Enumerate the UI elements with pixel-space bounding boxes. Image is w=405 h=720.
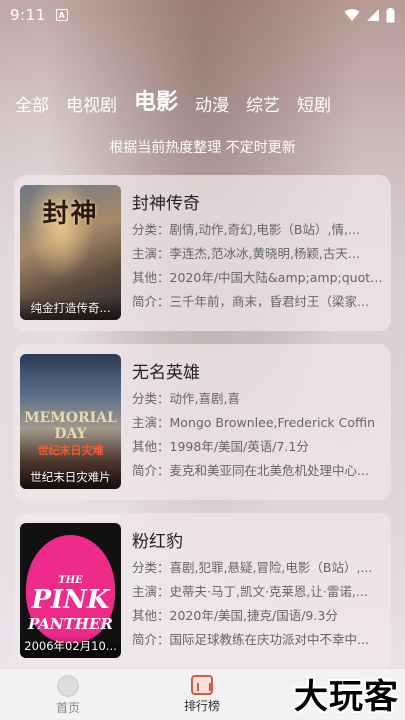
movie-poster[interactable]: THE PINK PANTHER 2006年02月10... <box>20 523 121 658</box>
poster-title-art: MEMORIAL DAY <box>24 410 117 442</box>
poster-caption: 2006年02月10... <box>20 635 121 658</box>
movie-intro: 简介：三千年前，商末，昏君纣王（梁家... <box>132 294 369 309</box>
poster-title-art: PANTHER <box>28 615 113 633</box>
movie-info: 封神传奇 分类：剧情,动作,奇幻,电影（B站）,情,... 主演：李连杰,范冰冰… <box>132 185 384 318</box>
movie-card[interactable]: MEMORIAL DAY 世纪末日灾难 世纪末日灾难片 无名英雄 分类：动作,喜… <box>14 344 391 500</box>
ranking-subtitle: 根据当前热度整理 不定时更新 <box>109 140 296 156</box>
nav-home[interactable]: 首页 <box>38 675 98 716</box>
wifi-icon <box>344 9 360 21</box>
movie-other: 其他：1998年/美国/英语/7.1分 <box>132 439 309 454</box>
movie-genre: 分类：动作,喜剧,喜 <box>132 391 240 406</box>
movie-cast: 主演：李连杰,范冰冰,黄晓明,杨颖,古天... <box>132 246 360 261</box>
tab-short-drama[interactable]: 短剧 <box>297 91 331 120</box>
movie-genre: 分类：剧情,动作,奇幻,电影（B站）,情,... <box>132 222 360 237</box>
poster-title-art: PINK <box>31 585 110 615</box>
movie-title: 封神传奇 <box>132 194 200 214</box>
movie-intro: 简介：国际足球教练在庆功派对中不幸中... <box>132 632 369 647</box>
movie-title: 粉红豹 <box>132 532 183 552</box>
poster-title-art: 封神 <box>42 199 99 229</box>
nav-rank[interactable]: 排行榜 <box>172 675 232 714</box>
tab-movies[interactable]: 电影 <box>134 84 178 120</box>
movie-poster[interactable]: 封神 纯金打造传奇... <box>20 185 121 320</box>
signal-icon <box>367 9 379 21</box>
notification-a-icon: A <box>55 9 68 21</box>
movie-cast: 主演：Mongo Brownlee,Frederick Coffin <box>132 415 376 430</box>
movie-card[interactable]: THE PINK PANTHER 2006年02月10... 粉红豹 分类：喜剧… <box>14 513 391 669</box>
tab-all[interactable]: 全部 <box>15 91 49 120</box>
movie-genre: 分类：喜剧,犯罪,悬疑,冒险,电影（B站）,... <box>132 560 373 575</box>
nav-rank-label: 排行榜 <box>183 699 220 713</box>
movie-cast: 主演：史蒂夫·马丁,凯文·克莱恩,让·雷诺,... <box>132 584 368 599</box>
movie-other: 其他：2020年/中国大陆&amp;amp;quot;... <box>132 270 384 285</box>
status-bar: 9:11 A <box>0 0 405 30</box>
movie-info: 粉红豹 分类：喜剧,犯罪,悬疑,冒险,电影（B站）,... 主演：史蒂夫·马丁,… <box>132 523 384 656</box>
tab-variety[interactable]: 综艺 <box>246 91 280 120</box>
watermark-logo: 大玩客 <box>294 677 399 717</box>
ranking-icon <box>191 675 213 695</box>
status-icons <box>344 7 395 23</box>
tab-tv-series[interactable]: 电视剧 <box>66 91 117 120</box>
movie-card[interactable]: 封神 纯金打造传奇... 封神传奇 分类：剧情,动作,奇幻,电影（B站）,情,.… <box>14 175 391 331</box>
category-tabs: 全部 电视剧 电影 动漫 综艺 短剧 <box>0 84 405 120</box>
movie-info: 无名英雄 分类：动作,喜剧,喜 主演：Mongo Brownlee,Freder… <box>132 354 384 487</box>
movie-title: 无名英雄 <box>132 363 200 383</box>
battery-icon <box>386 7 395 22</box>
home-icon <box>57 675 79 697</box>
poster-subtitle-art: 世纪末日灾难 <box>37 444 104 457</box>
tab-anime[interactable]: 动漫 <box>195 91 229 120</box>
poster-caption: 世纪末日灾难片 <box>20 466 121 489</box>
status-time: 9:11 <box>10 6 46 24</box>
movie-intro: 简介：麦克和美亚同在北美危机处理中心... <box>132 463 369 478</box>
movie-poster[interactable]: MEMORIAL DAY 世纪末日灾难 世纪末日灾难片 <box>20 354 121 489</box>
nav-home-label: 首页 <box>55 701 80 715</box>
movie-other: 其他：2020年/美国,捷克/国语/9.3分 <box>132 608 338 623</box>
poster-caption: 纯金打造传奇... <box>20 297 121 320</box>
